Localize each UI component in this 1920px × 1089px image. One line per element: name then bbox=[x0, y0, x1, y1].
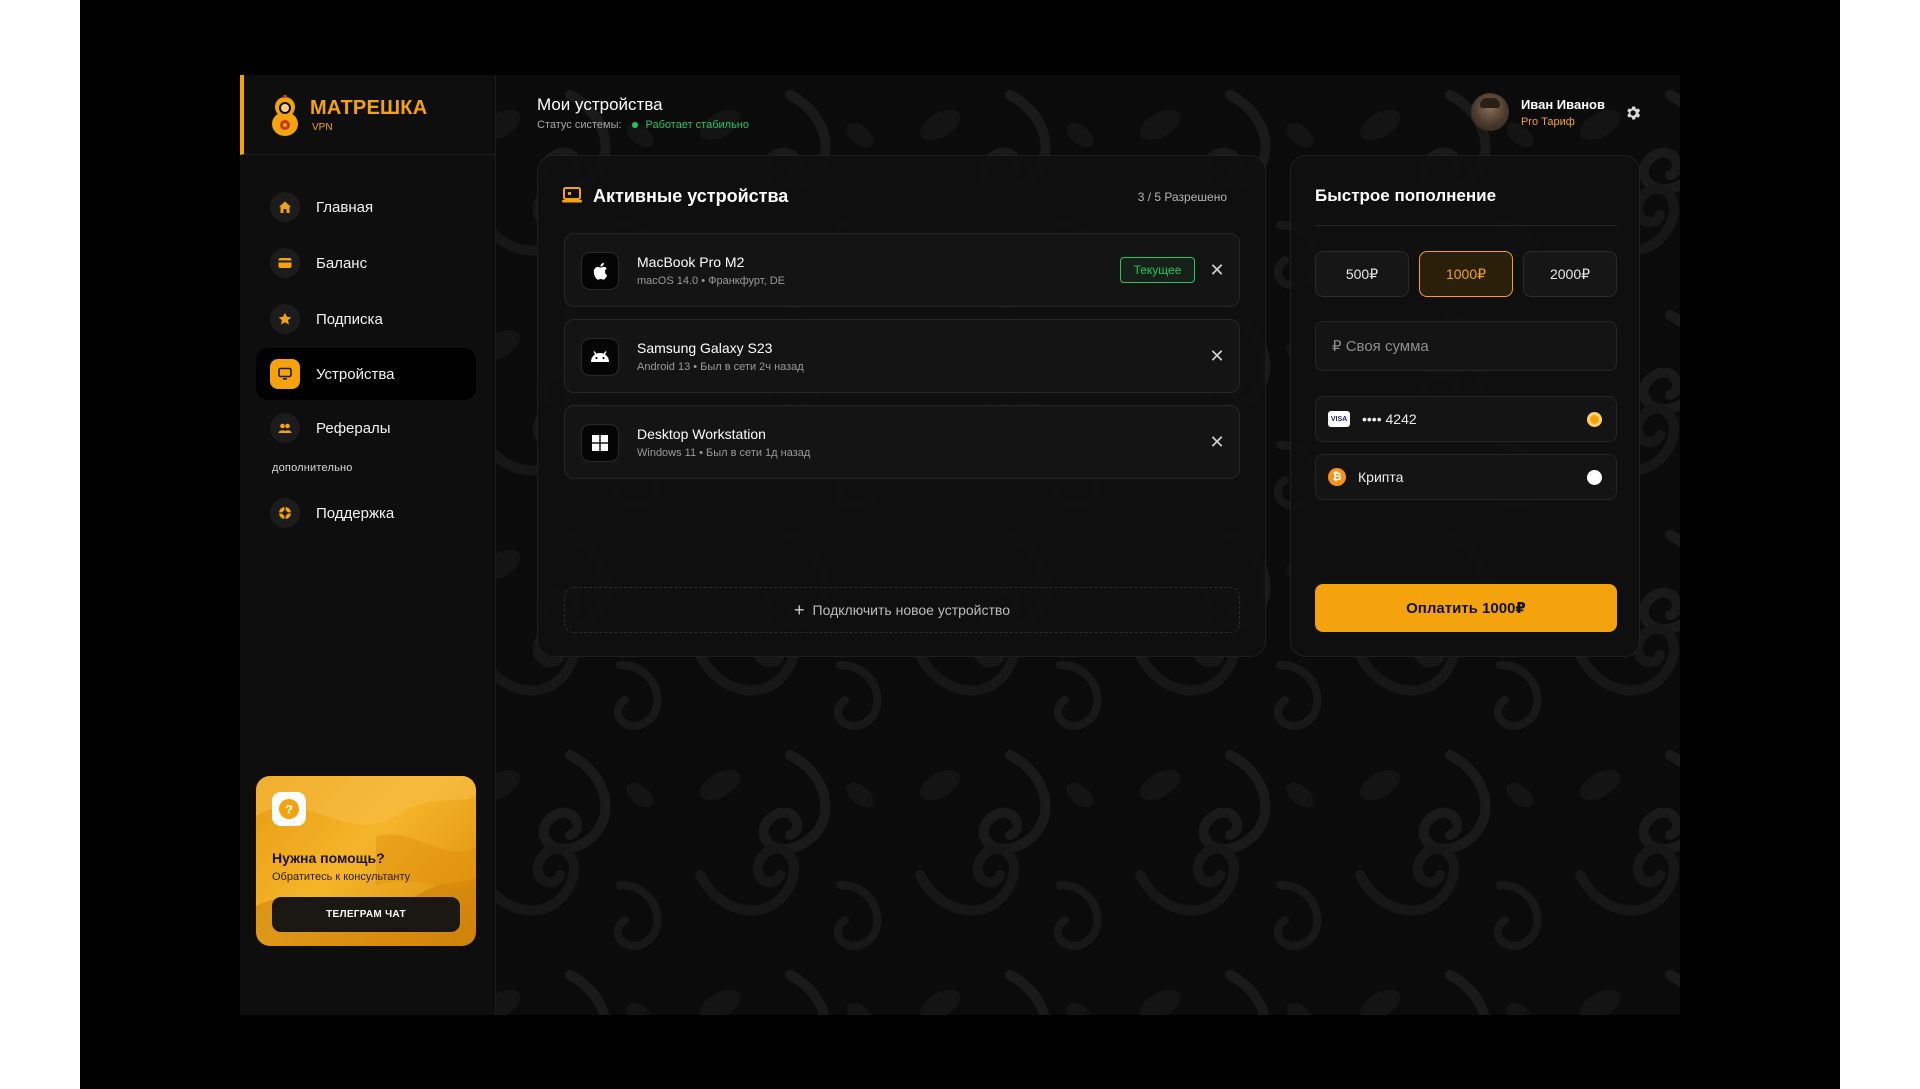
sidebar-item-label: Устройства bbox=[316, 365, 395, 383]
add-device-label: Подключить новое устройство bbox=[812, 602, 1010, 618]
sidebar-item-referrals[interactable]: Рефералы bbox=[256, 402, 476, 454]
brand-subtitle: VPN bbox=[312, 122, 333, 133]
amount-500-button[interactable]: 500₽ bbox=[1315, 251, 1409, 297]
payment-radio[interactable] bbox=[1587, 470, 1602, 485]
brand[interactable]: МАТРЕШКА VPN bbox=[240, 75, 496, 155]
sidebar-section-label: дополнительно bbox=[272, 462, 353, 474]
sidebar-item-label: Подписка bbox=[316, 310, 383, 328]
home-icon bbox=[270, 192, 300, 222]
card-icon bbox=[270, 248, 300, 278]
status-dot-icon bbox=[631, 122, 638, 128]
custom-amount-input[interactable] bbox=[1315, 321, 1617, 371]
device-name: Desktop Workstation bbox=[637, 426, 766, 442]
payment-radio-selected[interactable] bbox=[1587, 412, 1602, 427]
bitcoin-icon: ₿ bbox=[1328, 468, 1346, 486]
device-row[interactable]: MacBook Pro M2 macOS 14.0 • Франкфурт, D… bbox=[564, 233, 1240, 307]
devices-panel: Активные устройства 3 / 5 Разрешено MacB… bbox=[537, 155, 1266, 657]
devices-title: Активные устройства bbox=[593, 186, 789, 206]
app-window: МАТРЕШКА VPN Главная Баланс Подписка Уст… bbox=[240, 75, 1680, 1015]
payment-method-crypto[interactable]: ₿ Крипта bbox=[1315, 454, 1617, 500]
sidebar-item-label: Поддержка bbox=[316, 504, 395, 522]
remove-device-button[interactable]: ✕ bbox=[1205, 430, 1229, 454]
laptop-icon bbox=[562, 187, 582, 203]
sidebar: МАТРЕШКА VPN Главная Баланс Подписка Уст… bbox=[240, 75, 496, 1015]
matryoshka-logo-icon bbox=[272, 95, 298, 136]
android-icon bbox=[581, 338, 619, 376]
payment-method-label: •••• 4242 bbox=[1362, 411, 1417, 427]
device-row[interactable]: Samsung Galaxy S23 Android 13 • Был в се… bbox=[564, 319, 1240, 393]
sidebar-item-devices[interactable]: Устройства bbox=[256, 348, 476, 400]
plus-icon: + bbox=[794, 599, 805, 620]
device-name: Samsung Galaxy S23 bbox=[637, 340, 773, 356]
device-row[interactable]: Desktop Workstation Windows 11 • Был в с… bbox=[564, 405, 1240, 479]
devices-count: 3 / 5 Разрешено bbox=[1137, 190, 1227, 204]
gear-icon[interactable] bbox=[1624, 104, 1642, 122]
sidebar-item-label: Баланс bbox=[316, 254, 368, 272]
sidebar-item-balance[interactable]: Баланс bbox=[256, 237, 476, 289]
device-meta: Windows 11 • Был в сети 1д назад bbox=[637, 447, 811, 459]
amount-2000-button[interactable]: 2000₽ bbox=[1523, 251, 1617, 297]
windows-icon bbox=[581, 424, 619, 462]
star-icon bbox=[270, 304, 300, 334]
question-icon: ? bbox=[272, 792, 306, 826]
topup-panel: Быстрое пополнение 500₽ 1000₽ 2000₽ VISA… bbox=[1290, 155, 1640, 657]
status-label: Статус системы: bbox=[537, 119, 622, 131]
device-name: MacBook Pro M2 bbox=[637, 254, 745, 270]
user-name: Иван Иванов bbox=[1520, 96, 1605, 112]
remove-device-button[interactable]: ✕ bbox=[1205, 344, 1229, 368]
device-meta: macOS 14.0 • Франкфурт, DE bbox=[637, 275, 785, 287]
sidebar-item-subscription[interactable]: Подписка bbox=[256, 293, 476, 345]
user-plan: Pro Тариф bbox=[1520, 115, 1575, 128]
screen-frame: МАТРЕШКА VPN Главная Баланс Подписка Уст… bbox=[80, 0, 1840, 1089]
payment-method-card[interactable]: VISA •••• 4242 bbox=[1315, 396, 1617, 442]
remove-device-button[interactable]: ✕ bbox=[1205, 258, 1229, 282]
sidebar-item-label: Рефералы bbox=[316, 419, 391, 437]
device-meta: Android 13 • Был в сети 2ч назад bbox=[637, 361, 804, 373]
visa-icon: VISA bbox=[1328, 411, 1350, 427]
apple-icon bbox=[581, 252, 619, 290]
monitor-icon bbox=[270, 359, 300, 389]
amount-1000-button[interactable]: 1000₽ bbox=[1419, 251, 1513, 297]
system-status: Статус системы: Работает стабильно bbox=[537, 119, 749, 131]
avatar bbox=[1470, 93, 1509, 131]
brand-name: МАТРЕШКА bbox=[310, 97, 428, 119]
help-title: Нужна помощь? bbox=[272, 850, 385, 866]
help-subtitle: Обратитесь к консультанту bbox=[272, 871, 411, 883]
sidebar-item-support[interactable]: Поддержка bbox=[256, 487, 476, 539]
add-device-button[interactable]: + Подключить новое устройство bbox=[564, 587, 1240, 633]
status-value: Работает стабильно bbox=[645, 119, 749, 131]
sidebar-item-label: Главная bbox=[316, 198, 374, 216]
telegram-chat-button[interactable]: ТЕЛЕГРАМ ЧАТ bbox=[272, 897, 460, 932]
current-device-badge: Текущее bbox=[1120, 257, 1195, 283]
people-icon bbox=[270, 413, 300, 443]
payment-method-label: Крипта bbox=[1358, 469, 1404, 485]
user-profile[interactable]: Иван Иванов Pro Тариф bbox=[1470, 93, 1605, 131]
page-title: Мои устройства bbox=[537, 95, 663, 114]
divider bbox=[1315, 225, 1617, 226]
pay-button[interactable]: Оплатить 1000₽ bbox=[1315, 584, 1617, 632]
support-icon bbox=[270, 498, 300, 528]
topup-title: Быстрое пополнение bbox=[1315, 186, 1497, 205]
help-card: ? Нужна помощь? Обратитесь к консультант… bbox=[256, 776, 476, 946]
sidebar-item-home[interactable]: Главная bbox=[256, 181, 476, 233]
